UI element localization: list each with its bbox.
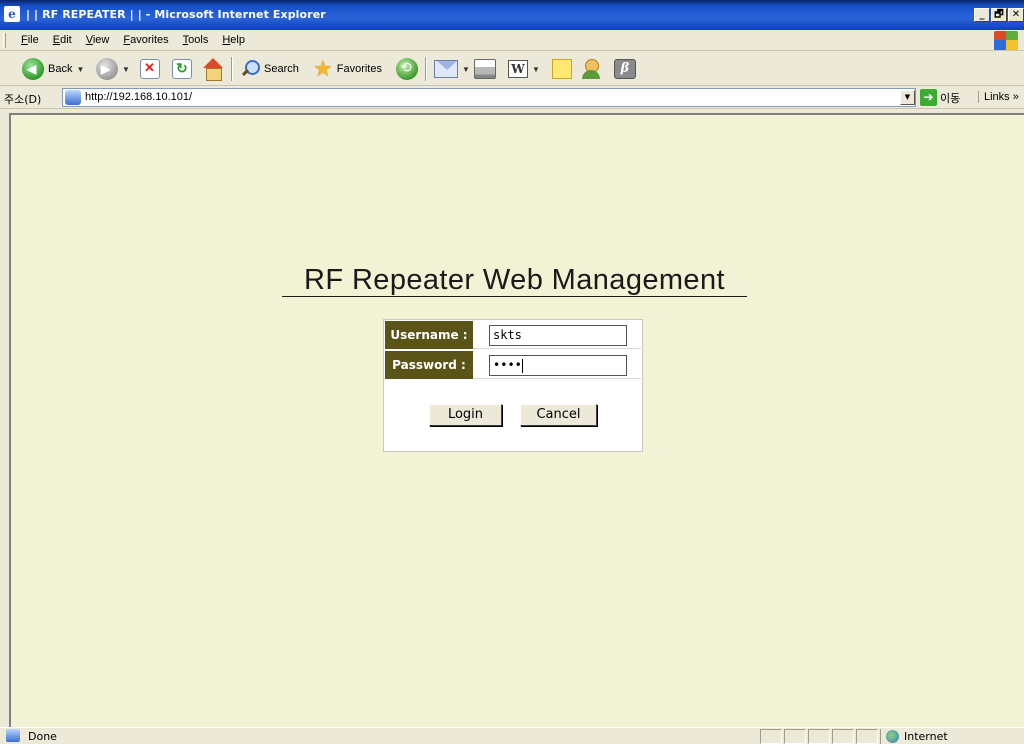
beta-icon[interactable]: β <box>614 59 636 79</box>
page-done-icon <box>6 729 20 742</box>
status-pane <box>856 729 878 744</box>
toolbar-grip[interactable] <box>3 33 6 48</box>
back-dropdown-icon[interactable]: ▼ <box>76 65 84 74</box>
go-button[interactable]: ➔ 이동 <box>920 89 960 106</box>
password-mask: •••• <box>493 358 522 372</box>
username-label: Username : <box>385 321 473 349</box>
username-input[interactable]: skts <box>489 325 627 346</box>
links-button[interactable]: Links » <box>978 91 1019 103</box>
go-arrow-icon: ➔ <box>920 89 937 106</box>
zone-label: Internet <box>904 730 948 743</box>
status-panes <box>760 729 878 744</box>
status-text: Done <box>28 730 57 743</box>
close-button[interactable]: ✕ <box>1008 8 1024 22</box>
word-edit-icon: W <box>508 60 528 78</box>
page-content: RF Repeater Web Management Username : sk… <box>9 113 1024 727</box>
password-row: Password : •••• <box>385 351 641 379</box>
back-button[interactable]: ◀ Back ▼ <box>22 57 84 81</box>
home-icon[interactable] <box>202 58 224 81</box>
edit-button[interactable]: W ▼ <box>508 57 540 81</box>
forward-dropdown-icon[interactable]: ▼ <box>122 65 130 74</box>
minimize-button[interactable]: _ <box>974 8 990 22</box>
mail-icon <box>434 60 458 78</box>
menu-file[interactable]: File <box>14 34 46 46</box>
stop-icon[interactable] <box>140 59 160 79</box>
standard-toolbar: ◀ Back ▼ ▶ ▼ Search ★ Favorites ▼ W ▼ β <box>0 52 1024 86</box>
ie-icon: e <box>4 6 20 22</box>
window-controls: _ 🗗 ✕ <box>974 8 1024 22</box>
search-button[interactable]: Search <box>240 57 299 81</box>
edit-dropdown-icon[interactable]: ▼ <box>532 65 540 74</box>
favorites-button[interactable]: ★ Favorites <box>313 57 382 81</box>
status-pane <box>832 729 854 744</box>
status-pane <box>808 729 830 744</box>
menu-favorites[interactable]: Favorites <box>116 34 175 46</box>
favorites-star-icon: ★ <box>313 56 333 81</box>
status-pane <box>760 729 782 744</box>
login-form: Username : skts Password : •••• Login Ca… <box>383 319 643 452</box>
internet-globe-icon <box>886 730 899 743</box>
text-caret <box>521 358 523 373</box>
maximize-button[interactable]: 🗗 <box>991 8 1007 22</box>
menu-view[interactable]: View <box>79 34 117 46</box>
password-input[interactable]: •••• <box>489 355 627 376</box>
menu-edit[interactable]: Edit <box>46 34 79 46</box>
mail-button[interactable]: ▼ <box>434 57 470 81</box>
page-heading: RF Repeater Web Management <box>282 264 747 297</box>
go-label: 이동 <box>940 91 961 105</box>
window-title-bar: e | | RF REPEATER | | - Microsoft Intern… <box>0 0 1024 30</box>
search-icon <box>240 59 260 79</box>
menu-help[interactable]: Help <box>215 34 252 46</box>
security-zone[interactable]: Internet <box>880 729 1024 744</box>
address-field[interactable]: http://192.168.10.101/ <box>62 88 916 107</box>
back-label: Back <box>48 63 73 75</box>
forward-button[interactable]: ▶ ▼ <box>96 57 130 81</box>
menu-bar: File Edit View Favorites Tools Help <box>0 30 1024 51</box>
page-icon <box>65 90 81 105</box>
messenger-icon[interactable] <box>582 58 604 80</box>
status-bar: Done Internet <box>0 727 1024 744</box>
favorites-label: Favorites <box>336 63 382 75</box>
discuss-icon[interactable] <box>552 59 572 79</box>
address-dropdown-icon[interactable]: ▼ <box>900 90 915 105</box>
refresh-icon[interactable] <box>172 59 192 79</box>
login-button[interactable]: Login <box>429 404 502 426</box>
window-title: | | RF REPEATER | | - Microsoft Internet… <box>26 8 326 21</box>
address-label: 주소(D) <box>4 93 42 106</box>
print-icon[interactable] <box>474 59 496 79</box>
password-label: Password : <box>385 351 473 379</box>
address-url[interactable]: http://192.168.10.101/ <box>85 91 192 103</box>
username-row: Username : skts <box>385 321 641 349</box>
back-arrow-icon: ◀ <box>22 58 44 80</box>
status-pane <box>784 729 806 744</box>
mail-dropdown-icon[interactable]: ▼ <box>462 65 470 74</box>
history-icon[interactable] <box>396 58 418 80</box>
search-label: Search <box>264 63 299 75</box>
toolbar-separator <box>425 57 427 81</box>
toolbar-separator <box>231 57 233 81</box>
windows-logo-icon <box>994 31 1018 50</box>
form-buttons: Login Cancel <box>384 404 642 426</box>
menu-tools[interactable]: Tools <box>176 34 216 46</box>
address-bar: 주소(D) http://192.168.10.101/ ▼ ➔ 이동 Link… <box>0 87 1024 109</box>
cancel-button[interactable]: Cancel <box>520 404 597 426</box>
forward-arrow-icon: ▶ <box>96 58 118 80</box>
